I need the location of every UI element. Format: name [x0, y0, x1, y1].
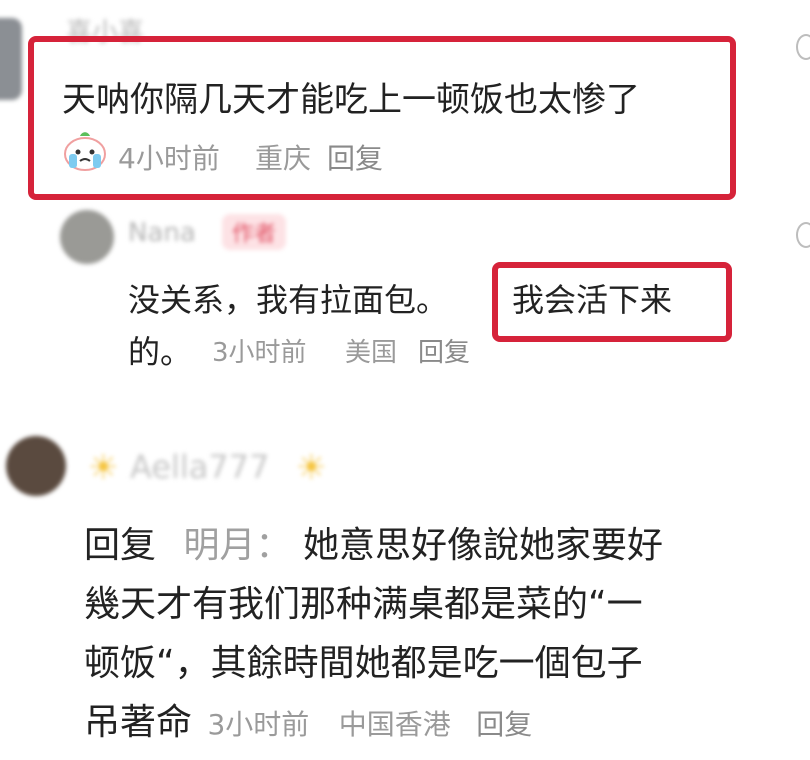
reply-text-part3: 的。: [128, 333, 193, 371]
comment-text: 回复 明月： 她意思好像說她家要好 幾天才有我们那种满桌都是菜的“一 顿饭“，其…: [84, 516, 810, 754]
comment-line: 顿饭“，其餘時間她都是吃一個包子: [84, 643, 643, 684]
username[interactable]: Nana: [128, 218, 196, 248]
crying-face-icon: [62, 130, 108, 172]
comment-line: 幾天才有我们那种满桌都是菜的“一: [84, 584, 643, 625]
comment-line: 回复 明月： 她意思好像說她家要好: [84, 516, 810, 575]
avatar[interactable]: [0, 18, 22, 100]
comment-text: 天呐你隔几天才能吃上一顿饭也太惨了: [62, 80, 640, 120]
author-badge: 作者: [222, 214, 287, 250]
comment-line-text: 吊著命: [84, 702, 193, 743]
timestamp: 4小时前: [118, 142, 220, 175]
username[interactable]: Aella777: [130, 448, 269, 486]
sun-icon: ☀: [296, 448, 327, 488]
reply-button[interactable]: 回复: [476, 708, 532, 741]
avatar[interactable]: [6, 436, 66, 496]
sun-icon: ☀: [88, 448, 119, 488]
like-icon[interactable]: [796, 222, 810, 248]
reply-to-user[interactable]: 明月：: [183, 525, 291, 566]
timestamp: 3小时前: [212, 338, 307, 368]
timestamp: 3小时前: [207, 708, 310, 741]
location: 中国香港: [338, 708, 451, 741]
avatar[interactable]: [60, 210, 114, 264]
comment-line-text: 她意思好像說她家要好: [302, 525, 663, 566]
reply-button[interactable]: 回复: [418, 332, 470, 369]
reply-text-part2: 我会活下来: [512, 281, 673, 319]
like-icon[interactable]: [796, 34, 810, 60]
comment-line: 吊著命 3小时前 中国香港 回复: [84, 693, 810, 754]
location: 重庆: [255, 142, 312, 175]
reply-text-part1: 没关系，我有拉面包。: [128, 281, 449, 319]
reply-prefix: 回复: [84, 525, 157, 566]
reply-button[interactable]: 回复: [327, 137, 383, 177]
location: 美国: [345, 338, 398, 368]
